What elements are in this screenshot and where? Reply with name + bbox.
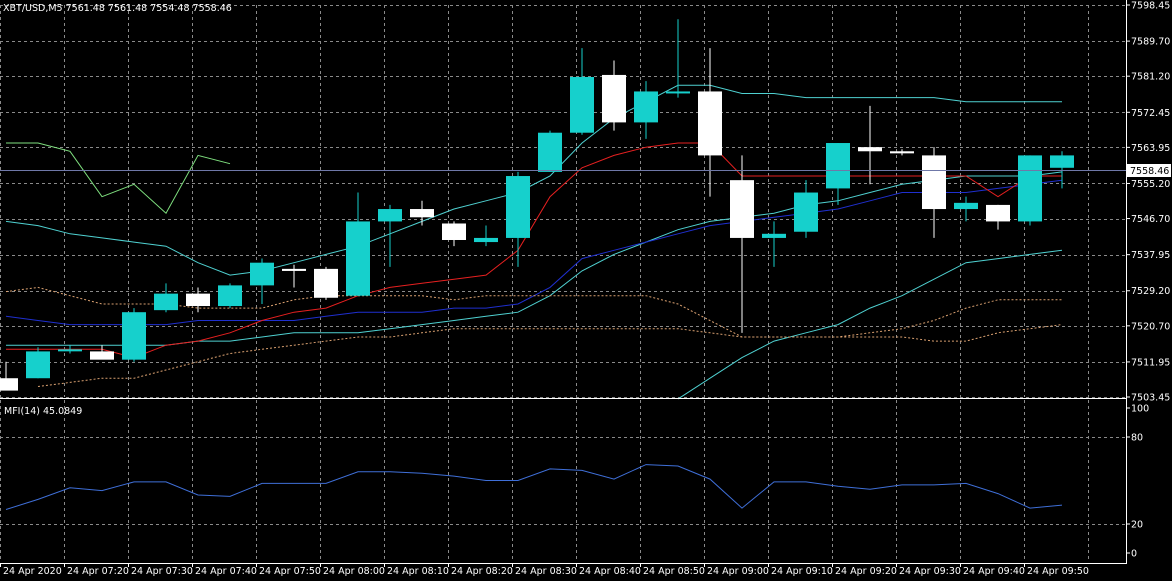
candle-body xyxy=(954,202,978,210)
candle-body xyxy=(378,209,402,222)
candle xyxy=(538,130,562,172)
candle-body xyxy=(602,74,626,123)
time-tick-label: 24 Apr 07:30 xyxy=(131,566,193,577)
candle-body xyxy=(154,293,178,311)
candle xyxy=(26,347,50,379)
candle-body xyxy=(218,285,242,307)
candle-body xyxy=(1018,155,1042,222)
time-tick-label: 24 Apr 08:10 xyxy=(387,566,449,577)
candle xyxy=(122,308,146,362)
candle-body xyxy=(762,233,786,238)
candle-body xyxy=(538,132,562,172)
time-tick-label: 24 Apr 09:40 xyxy=(963,566,1025,577)
mfi-tick-label: 100 xyxy=(1131,404,1149,415)
candle-body xyxy=(282,268,306,271)
current-price-label: 7558.46 xyxy=(1130,166,1169,177)
candle-body xyxy=(1050,155,1074,168)
candle-body xyxy=(666,91,690,94)
price-tick-label: 7572.45 xyxy=(1131,108,1170,119)
candle-body xyxy=(250,262,274,286)
candle-body xyxy=(826,143,850,189)
price-tick-label: 7555.20 xyxy=(1131,179,1170,190)
price-tick-label: 7581.20 xyxy=(1131,72,1170,83)
price-tick-label: 7546.70 xyxy=(1131,214,1170,225)
candle-body xyxy=(442,223,466,240)
candle-body xyxy=(698,91,722,156)
trading-chart: XBT/USD,M5 7561.48 7561.48 7554.48 7558.… xyxy=(0,0,1172,581)
price-tick-label: 7589.70 xyxy=(1131,37,1170,48)
time-tick-label: 24 Apr 09:50 xyxy=(1027,566,1089,577)
candle-body xyxy=(506,176,530,238)
candle-body xyxy=(346,221,370,296)
candle xyxy=(314,266,338,300)
candle xyxy=(218,283,242,309)
candle-body xyxy=(890,151,914,154)
time-tick-label: 24 Apr 08:00 xyxy=(323,566,385,577)
candle-body xyxy=(26,351,50,379)
candle-body xyxy=(922,155,946,210)
time-axis: 24 Apr 2020 24 Apr 07:20 24 Apr 07:30 24 Ap… xyxy=(0,563,1127,577)
candle-body xyxy=(122,312,146,360)
candle-body xyxy=(314,268,338,298)
candle xyxy=(1018,155,1042,226)
candle-body xyxy=(474,237,498,243)
price-tick-label: 7598.45 xyxy=(1131,1,1170,12)
time-tick-label: 24 Apr 07:40 xyxy=(195,566,257,577)
candle-body xyxy=(0,378,18,391)
time-tick-label: 24 Apr 09:10 xyxy=(771,566,833,577)
candle-body xyxy=(730,180,754,238)
time-tick-label: 24 Apr 08:40 xyxy=(579,566,641,577)
time-tick-label: 24 Apr 09:20 xyxy=(835,566,897,577)
mfi-title: MFI(14) 45.0849 xyxy=(4,406,82,417)
time-tick-label: 24 Apr 2020 xyxy=(3,566,62,577)
time-tick-label: 24 Apr 08:50 xyxy=(643,566,705,577)
price-tick-label: 7563.95 xyxy=(1131,143,1170,154)
price-tick-label: 7511.95 xyxy=(1131,357,1170,368)
mfi-tick-label: 80 xyxy=(1131,433,1143,444)
candle-body xyxy=(58,349,82,352)
time-tick-label: 24 Apr 07:50 xyxy=(259,566,321,577)
candle-body xyxy=(410,209,434,218)
candle-body xyxy=(986,204,1010,222)
price-tick-label: 7503.45 xyxy=(1131,393,1170,404)
time-tick-label: 24 Apr 07:20 xyxy=(67,566,129,577)
price-tick-label: 7537.95 xyxy=(1131,250,1170,261)
candle-body xyxy=(186,293,210,307)
time-tick-label: 24 Apr 08:30 xyxy=(515,566,577,577)
candle-body xyxy=(634,91,658,123)
candle-body xyxy=(570,77,594,133)
price-tick-label: 7529.20 xyxy=(1131,286,1170,297)
time-tick-label: 24 Apr 09:30 xyxy=(899,566,961,577)
mfi-tick-label: 20 xyxy=(1131,520,1143,531)
mfi-tick-label: 0 xyxy=(1131,549,1137,560)
candle-body xyxy=(794,192,818,232)
symbol-info: XBT/USD,M5 7561.48 7561.48 7554.48 7558.… xyxy=(3,3,232,14)
candle-body xyxy=(90,351,114,360)
time-tick-label: 24 Apr 09:00 xyxy=(707,566,769,577)
time-tick-label: 24 Apr 08:20 xyxy=(451,566,513,577)
candle-body xyxy=(858,147,882,152)
current-price-tag: 7558.46 xyxy=(1127,164,1171,177)
price-tick-label: 7520.70 xyxy=(1131,321,1170,332)
